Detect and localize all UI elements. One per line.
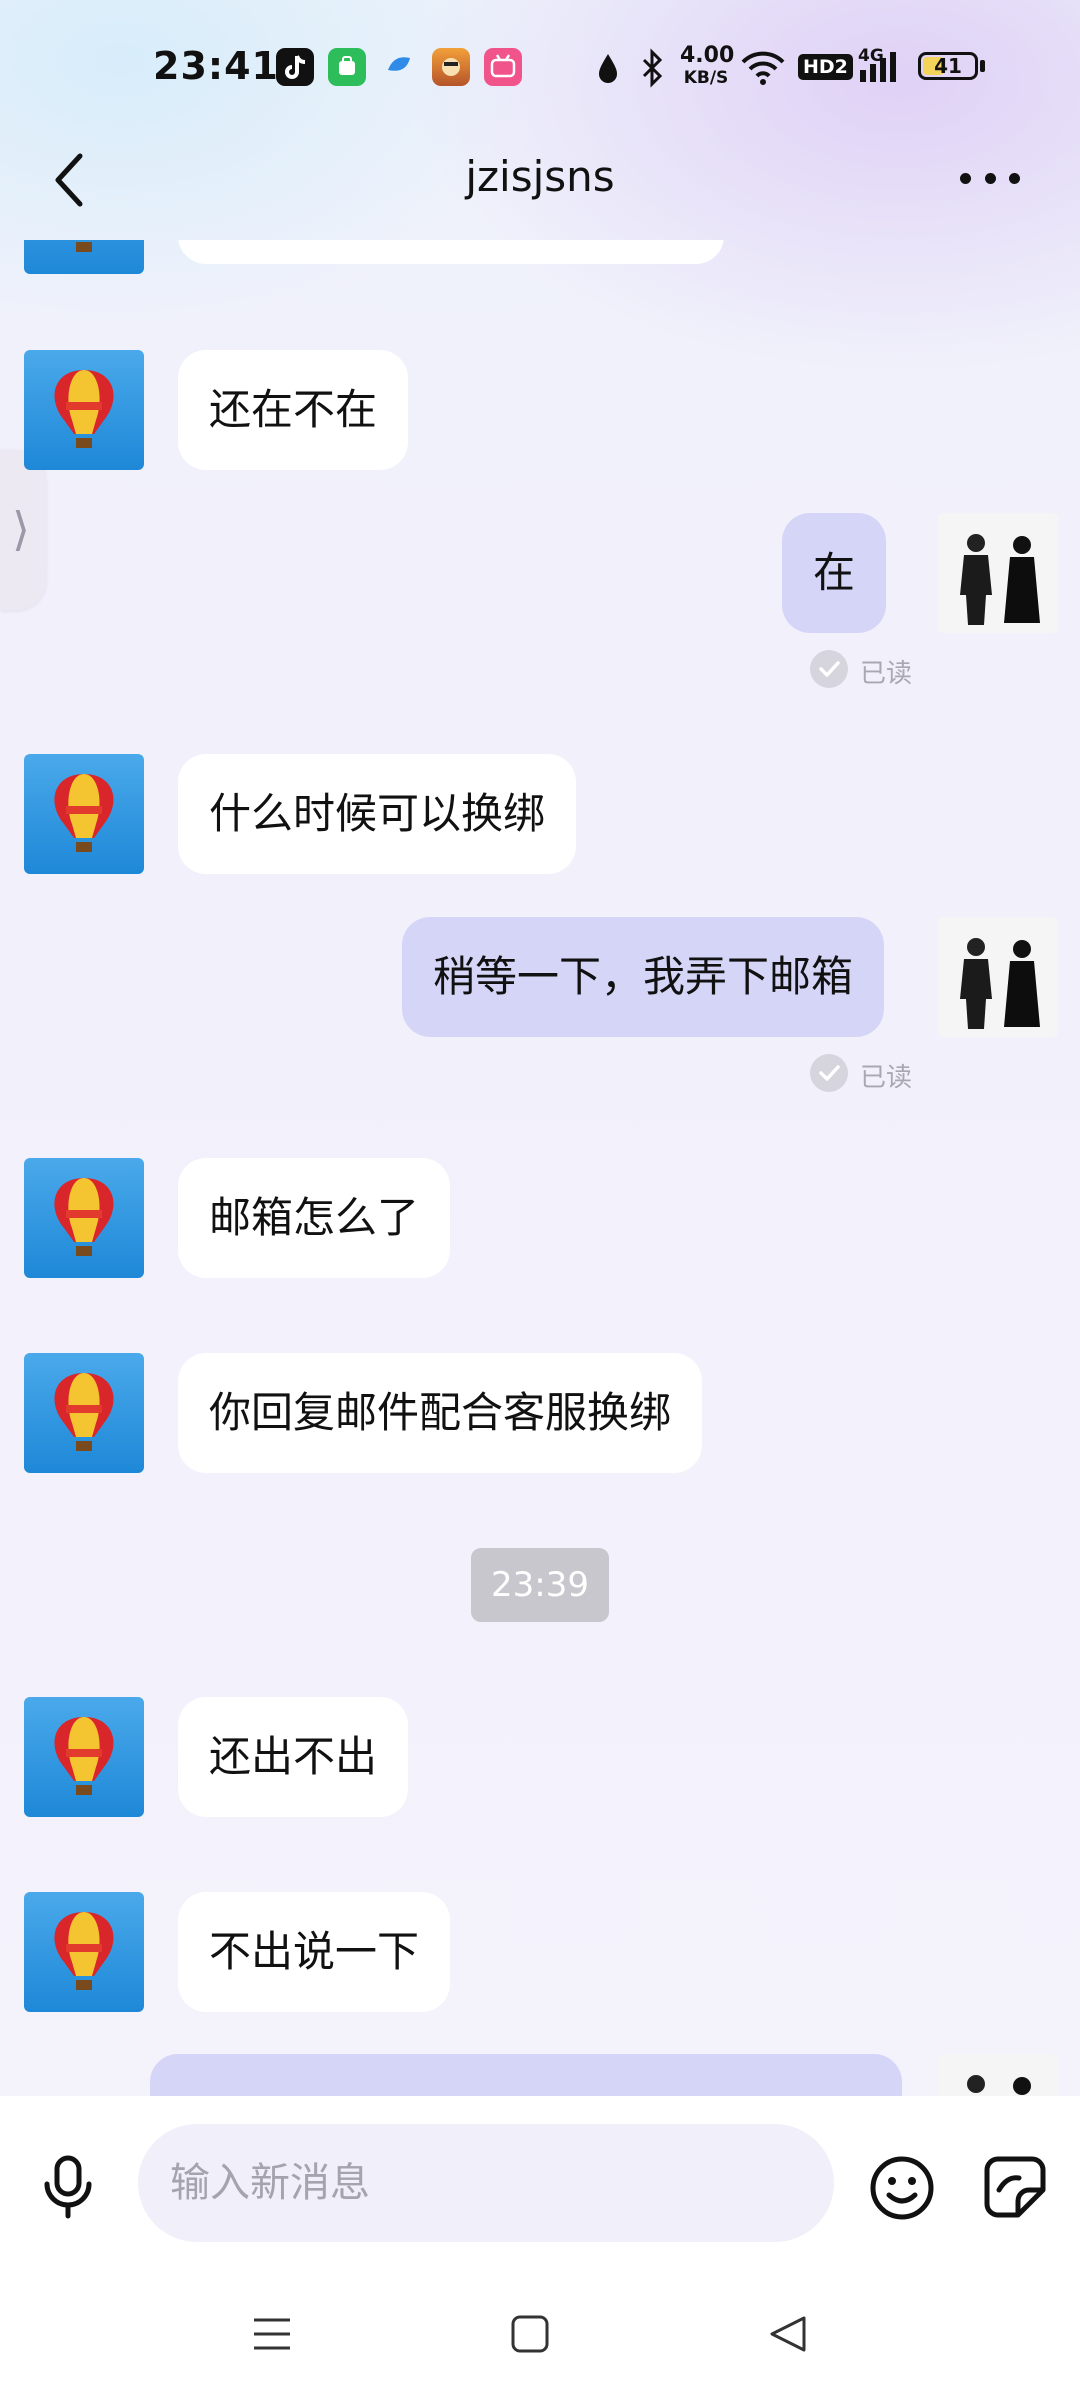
net-speed: 4.00 KB/S	[680, 43, 735, 89]
message-bubble-outgoing[interactable]: 在	[782, 513, 887, 633]
avatar[interactable]	[24, 1697, 144, 1817]
read-check-icon	[810, 650, 848, 688]
status-time: 23:41	[153, 44, 279, 88]
microphone-icon	[44, 2155, 92, 2219]
emoji-button[interactable]	[868, 2154, 936, 2222]
avatar-self[interactable]	[938, 2054, 1058, 2096]
green-app-icon	[328, 48, 366, 86]
bilibili-icon	[484, 48, 522, 86]
more-options-button[interactable]	[960, 168, 1020, 188]
message-list[interactable]: 还在不在 在 已读 什么时候可以换绑 稍等一下，我弄下邮箱 已读 邮箱怎么了 你…	[0, 240, 1080, 2096]
avatar[interactable]	[24, 1892, 144, 2012]
message-input[interactable]	[138, 2124, 834, 2242]
time-divider: 23:39	[471, 1548, 609, 1622]
message-bubble-incoming[interactable]: 还在不在	[178, 350, 409, 470]
game-app-icon	[432, 48, 470, 86]
home-button[interactable]	[510, 2314, 550, 2358]
battery-level: 41	[934, 54, 962, 78]
avatar[interactable]	[24, 754, 144, 874]
hd-badge: HD2	[798, 54, 853, 80]
battery-icon: 41	[918, 52, 978, 80]
tiktok-icon	[276, 48, 314, 86]
signal-icon: 4G	[858, 46, 906, 86]
wifi-icon	[740, 48, 786, 96]
more-dot-icon	[1009, 172, 1020, 184]
avatar[interactable]	[24, 1353, 144, 1473]
avatar-self[interactable]	[938, 513, 1058, 633]
menu-icon	[254, 2318, 290, 2350]
sticker-button[interactable]	[982, 2154, 1048, 2220]
blue-app-icon	[380, 48, 418, 86]
message-bubble-incoming[interactable]: 你回复邮件配合客服换绑	[178, 1353, 703, 1473]
nav-back-button[interactable]	[768, 2314, 808, 2358]
drop-icon	[594, 50, 622, 94]
more-dot-icon	[960, 172, 971, 184]
message-bubble-incoming[interactable]: 还出不出	[178, 1697, 409, 1817]
avatar-self[interactable]	[938, 917, 1058, 1037]
chat-title[interactable]: jzisjsns	[0, 152, 1080, 201]
smiley-icon	[870, 2156, 934, 2220]
net-speed-unit: KB/S	[683, 68, 729, 88]
message-bubble-incoming[interactable]	[178, 240, 724, 264]
message-bubble-outgoing[interactable]: 稍等一下，我弄下邮箱	[402, 917, 885, 1037]
message-bubble-outgoing[interactable]	[150, 2054, 902, 2096]
read-status: 已读	[860, 1063, 913, 1093]
avatar[interactable]	[24, 240, 144, 274]
message-bubble-incoming[interactable]: 不出说一下	[178, 1892, 451, 2012]
read-status: 已读	[860, 659, 913, 689]
status-bar: 23:41 4.00 KB/S HD2 4G 41	[0, 0, 1080, 140]
message-bubble-incoming[interactable]: 邮箱怎么了	[178, 1158, 451, 1278]
triangle-back-icon	[770, 2316, 806, 2352]
voice-input-button[interactable]	[38, 2154, 98, 2220]
square-icon	[511, 2315, 549, 2353]
bluetooth-icon	[638, 48, 666, 96]
sticker-icon	[984, 2156, 1046, 2218]
more-dot-icon	[984, 172, 996, 184]
avatar[interactable]	[24, 350, 144, 470]
avatar[interactable]	[24, 1158, 144, 1278]
message-bubble-incoming[interactable]: 什么时候可以换绑	[178, 754, 577, 874]
recent-apps-button[interactable]	[252, 2314, 292, 2358]
read-check-icon	[810, 1054, 848, 1092]
battery-tip	[980, 60, 985, 72]
net-speed-value: 4.00	[680, 43, 735, 68]
